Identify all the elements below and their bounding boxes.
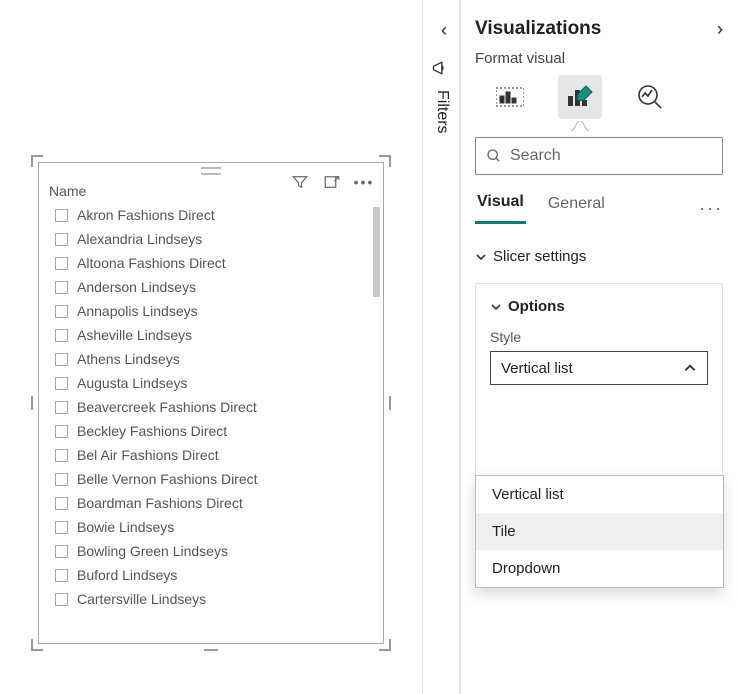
- collapsed-filters-pane: ‹‹ Filters: [422, 0, 460, 694]
- slicer-item[interactable]: Cartersville Lindseys: [55, 587, 375, 611]
- checkbox-icon[interactable]: [55, 497, 68, 510]
- collapse-pane-icon[interactable]: ››: [717, 19, 723, 40]
- chevron-up-icon: [683, 361, 697, 375]
- checkbox-icon[interactable]: [55, 353, 68, 366]
- pane-subhead: Format visual: [475, 46, 723, 75]
- checkbox-icon[interactable]: [55, 425, 68, 438]
- style-option-vertical-list[interactable]: Vertical list: [476, 476, 723, 513]
- more-tabs-icon[interactable]: ···: [699, 198, 723, 219]
- resize-handle-mr[interactable]: [389, 396, 391, 410]
- slicer-visual-selection[interactable]: ••• Name Akron Fashions DirectAlexandria…: [34, 158, 388, 648]
- checkbox-icon[interactable]: [55, 521, 68, 534]
- chevron-down-icon: [490, 301, 502, 313]
- slicer-item[interactable]: Asheville Lindseys: [55, 323, 375, 347]
- checkbox-icon[interactable]: [55, 401, 68, 414]
- build-visual-tab-icon[interactable]: [488, 75, 532, 119]
- checkbox-icon[interactable]: [55, 593, 68, 606]
- format-subtabs: Visual General ···: [475, 175, 723, 224]
- resize-handle-mb[interactable]: [204, 649, 218, 651]
- slicer-item-label: Akron Fashions Direct: [77, 207, 215, 223]
- style-label: Style: [490, 315, 708, 351]
- style-option-dropdown[interactable]: Dropdown: [476, 550, 723, 587]
- slicer-item[interactable]: Beckley Fashions Direct: [55, 419, 375, 443]
- slicer-item-label: Cartersville Lindseys: [77, 591, 206, 607]
- tab-visual[interactable]: Visual: [475, 193, 526, 224]
- slicer-item-label: Bowie Lindseys: [77, 519, 174, 535]
- active-tab-pointer-icon: [571, 121, 589, 131]
- slicer-item-label: Beavercreek Fashions Direct: [77, 399, 257, 415]
- slicer-settings-label: Slicer settings: [493, 248, 586, 265]
- report-canvas: ••• Name Akron Fashions DirectAlexandria…: [0, 0, 422, 694]
- megaphone-icon[interactable]: [423, 58, 459, 81]
- slicer-item[interactable]: Athens Lindseys: [55, 347, 375, 371]
- slicer-item[interactable]: Belle Vernon Fashions Direct: [55, 467, 375, 491]
- slicer-item-label: Bowling Green Lindseys: [77, 543, 228, 559]
- analytics-tab-icon[interactable]: [628, 75, 672, 119]
- checkbox-icon[interactable]: [55, 329, 68, 342]
- pane-title: Visualizations: [475, 18, 601, 40]
- slicer-body: Akron Fashions Direct Alexandria Lindseys…: [39, 203, 383, 643]
- checkbox-icon[interactable]: [55, 473, 68, 486]
- focus-mode-icon[interactable]: [323, 173, 341, 191]
- filters-pane-label[interactable]: Filters: [433, 90, 451, 134]
- tab-general[interactable]: General: [546, 195, 607, 223]
- slicer-visual: ••• Name Akron Fashions DirectAlexandria…: [38, 162, 384, 644]
- checkbox-icon[interactable]: [55, 209, 68, 222]
- slicer-item[interactable]: Bowling Green Lindseys: [55, 539, 375, 563]
- checkbox-icon[interactable]: [55, 281, 68, 294]
- slicer-item[interactable]: Augusta Lindseys: [55, 371, 375, 395]
- style-selected-value: Vertical list: [501, 360, 573, 377]
- options-section[interactable]: Options: [490, 298, 708, 315]
- slicer-item[interactable]: Beavercreek Fashions Direct: [55, 395, 375, 419]
- checkbox-icon[interactable]: [55, 257, 68, 270]
- slicer-item[interactable]: Buford Lindseys: [55, 563, 375, 587]
- checkbox-icon[interactable]: [55, 305, 68, 318]
- resize-handle-ml[interactable]: [31, 396, 33, 410]
- slicer-item-label: Altoona Fashions Direct: [77, 255, 226, 271]
- slicer-item[interactable]: Bel Air Fashions Direct: [55, 443, 375, 467]
- slicer-item[interactable]: Akron Fashions Direct: [55, 203, 375, 227]
- drag-handle-icon[interactable]: [201, 167, 221, 175]
- slicer-item-label: Augusta Lindseys: [77, 375, 188, 391]
- format-visual-tab-icon[interactable]: [558, 75, 602, 119]
- slicer-item[interactable]: Anderson Lindseys: [55, 275, 375, 299]
- checkbox-icon[interactable]: [55, 449, 68, 462]
- slicer-item-label: Anderson Lindseys: [77, 279, 196, 295]
- checkbox-icon[interactable]: [55, 545, 68, 558]
- chevron-down-icon: [475, 251, 487, 263]
- style-option-tile[interactable]: Tile: [476, 513, 723, 550]
- slicer-item-label: Athens Lindseys: [77, 351, 180, 367]
- style-select[interactable]: Vertical list: [490, 351, 708, 385]
- format-tab-icons: [475, 75, 723, 125]
- more-options-icon[interactable]: •••: [355, 173, 373, 191]
- slicer-item[interactable]: Annapolis Lindseys: [55, 299, 375, 323]
- scrollbar-thumb[interactable]: [373, 207, 380, 297]
- visual-clip: [39, 629, 383, 643]
- slicer-item[interactable]: Bowie Lindseys: [55, 515, 375, 539]
- filter-icon[interactable]: [291, 173, 309, 191]
- checkbox-icon[interactable]: [55, 377, 68, 390]
- slicer-item-label: Buford Lindseys: [77, 567, 177, 583]
- checkbox-icon[interactable]: [55, 569, 68, 582]
- slicer-item-label: Boardman Fashions Direct: [77, 495, 243, 511]
- slicer-item[interactable]: Alexandria Lindseys: [55, 227, 375, 251]
- slicer-item-label: Alexandria Lindseys: [77, 231, 202, 247]
- expand-filters-icon[interactable]: ‹‹: [423, 20, 459, 41]
- slicer-item-label: Belle Vernon Fashions Direct: [77, 471, 258, 487]
- options-label: Options: [508, 298, 565, 315]
- slicer-item-label: Asheville Lindseys: [77, 327, 192, 343]
- slicer-item-label: Bel Air Fashions Direct: [77, 447, 219, 463]
- format-search-input[interactable]: Search: [475, 137, 723, 175]
- slicer-settings-section[interactable]: Slicer settings: [475, 248, 723, 265]
- visualizations-pane: Visualizations ›› Format visual Search: [460, 0, 737, 694]
- slicer-item-label: Annapolis Lindseys: [77, 303, 198, 319]
- style-dropdown: Vertical listTileDropdown: [475, 475, 724, 588]
- slicer-item[interactable]: Altoona Fashions Direct: [55, 251, 375, 275]
- slicer-item[interactable]: Boardman Fashions Direct: [55, 491, 375, 515]
- checkbox-icon[interactable]: [55, 233, 68, 246]
- search-placeholder: Search: [510, 147, 561, 165]
- slicer-item-label: Beckley Fashions Direct: [77, 423, 227, 439]
